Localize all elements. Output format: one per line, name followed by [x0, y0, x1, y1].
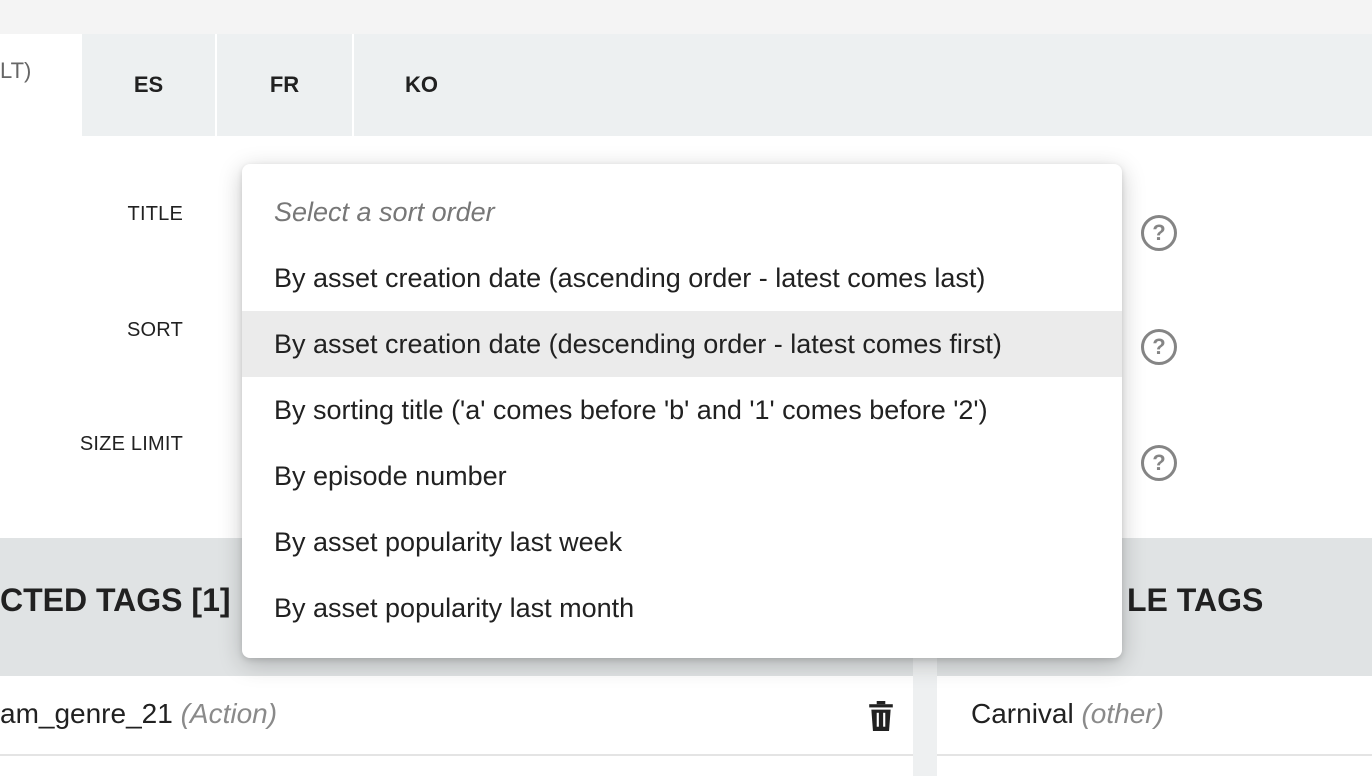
- sort-order-dropdown[interactable]: Select a sort order By asset creation da…: [242, 164, 1122, 658]
- tab-fr-label: FR: [269, 72, 300, 97]
- tab-ko[interactable]: KO: [354, 34, 489, 136]
- tag-name: am_genre_21: [0, 698, 173, 729]
- sort-option-popularity-week[interactable]: By asset popularity last week: [242, 509, 1122, 575]
- tag-category: (other): [1081, 698, 1164, 729]
- selected-tag-row: am_genre_21 (Action): [0, 676, 913, 756]
- title-help-icon[interactable]: ?: [1141, 215, 1177, 251]
- selected-tags-title: CTED TAGS [1]: [0, 582, 231, 618]
- sort-option-popularity-month[interactable]: By asset popularity last month: [242, 575, 1122, 641]
- size-limit-help-icon[interactable]: ?: [1141, 445, 1177, 481]
- tab-fr[interactable]: FR: [217, 34, 352, 136]
- sort-help-icon[interactable]: ?: [1141, 329, 1177, 365]
- tag-name: Carnival: [971, 698, 1074, 729]
- sort-option-episode-number[interactable]: By episode number: [242, 443, 1122, 509]
- trash-icon[interactable]: [868, 701, 894, 731]
- sort-field-label: SORT: [127, 319, 183, 341]
- sort-option-creation-desc[interactable]: By asset creation date (descending order…: [242, 311, 1122, 377]
- available-tag-label: Carnival (other): [971, 698, 1164, 730]
- tab-ko-label: KO: [405, 72, 438, 97]
- sort-option-placeholder[interactable]: Select a sort order: [242, 179, 1122, 245]
- sort-option-creation-asc[interactable]: By asset creation date (ascending order …: [242, 245, 1122, 311]
- sort-option-sorting-title[interactable]: By sorting title ('a' comes before 'b' a…: [242, 377, 1122, 443]
- available-tags-title: LE TAGS: [1127, 582, 1264, 618]
- tab-default-label: LT): [0, 58, 32, 83]
- tab-es[interactable]: ES: [82, 34, 215, 136]
- tab-es-label: ES: [133, 72, 164, 97]
- title-field-label: TITLE: [127, 203, 183, 225]
- language-tab-bar: LT) ES FR KO: [0, 34, 1372, 136]
- top-strip: [0, 0, 1372, 34]
- tag-category: (Action): [180, 698, 278, 729]
- size-limit-field-label: SIZE LIMIT: [79, 433, 183, 455]
- tab-default[interactable]: LT): [0, 34, 82, 136]
- selected-tag-label: am_genre_21 (Action): [0, 698, 277, 730]
- available-tag-row[interactable]: Carnival (other): [937, 676, 1372, 756]
